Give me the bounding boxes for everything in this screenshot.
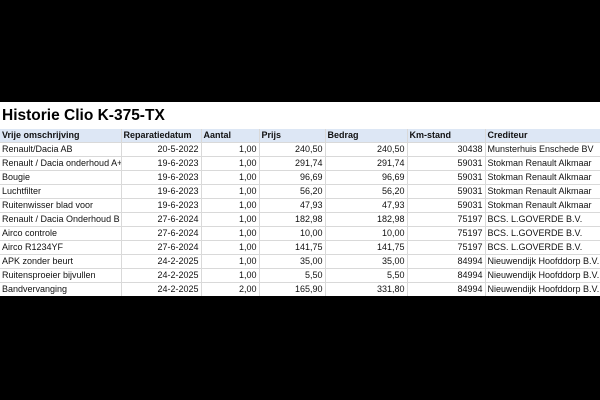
cell-km-stand[interactable]: 75197 [407,212,486,227]
table-row: Airco R1234YF 27-6-2024 1,00 141,75 141,… [0,240,600,255]
table-row: Ruitenwisser blad voor 19-6-2023 1,00 47… [0,198,600,213]
cell-prijs[interactable]: 35,00 [259,254,326,269]
cell-omschrijving[interactable]: Bandvervanging [0,282,122,296]
cell-prijs[interactable]: 182,98 [259,212,326,227]
cell-omschrijving[interactable]: Renault/Dacia AB [0,142,122,157]
cell-bedrag[interactable]: 96,69 [325,170,408,185]
table-row: Renault / Dacia Onderhoud B 27-6-2024 1,… [0,212,600,227]
cell-prijs[interactable]: 141,75 [259,240,326,255]
cell-crediteur[interactable]: Munsterhuis Enschede BV [485,142,600,157]
table-row: Airco controle 27-6-2024 1,00 10,00 10,0… [0,226,600,241]
cell-reparatiedatum[interactable]: 24-2-2025 [121,282,202,296]
cell-crediteur[interactable]: Stokman Renault Alkmaar [485,156,600,171]
cell-aantal[interactable]: 1,00 [201,142,260,157]
cell-aantal[interactable]: 1,00 [201,170,260,185]
cell-crediteur[interactable]: Stokman Renault Alkmaar [485,170,600,185]
table-row: APK zonder beurt 24-2-2025 1,00 35,00 35… [0,254,600,269]
cell-km-stand[interactable]: 75197 [407,240,486,255]
cell-omschrijving[interactable]: Ruitensproeier bijvullen [0,268,122,283]
cell-aantal[interactable]: 2,00 [201,282,260,296]
cell-prijs[interactable]: 96,69 [259,170,326,185]
table-row: Ruitensproeier bijvullen 24-2-2025 1,00 … [0,268,600,283]
cell-aantal[interactable]: 1,00 [201,212,260,227]
cell-km-stand[interactable]: 59031 [407,184,486,199]
cell-aantal[interactable]: 1,00 [201,198,260,213]
header-row: Vrije omschrijving Reparatiedatum Aantal… [0,129,600,143]
cell-reparatiedatum[interactable]: 19-6-2023 [121,156,202,171]
cell-km-stand[interactable]: 75197 [407,226,486,241]
cell-aantal[interactable]: 1,00 [201,240,260,255]
cell-reparatiedatum[interactable]: 24-2-2025 [121,268,202,283]
cell-reparatiedatum[interactable]: 20-5-2022 [121,142,202,157]
cell-km-stand[interactable]: 59031 [407,156,486,171]
header-cell-aantal[interactable]: Aantal [201,129,260,143]
cell-prijs[interactable]: 47,93 [259,198,326,213]
cell-prijs[interactable]: 56,20 [259,184,326,199]
cell-bedrag[interactable]: 56,20 [325,184,408,199]
cell-aantal[interactable]: 1,00 [201,184,260,199]
cell-crediteur[interactable]: Nieuwendijk Hoofddorp B.V. [485,268,600,283]
cell-reparatiedatum[interactable]: 27-6-2024 [121,226,202,241]
table-row: Luchtfilter 19-6-2023 1,00 56,20 56,20 5… [0,184,600,199]
cell-bedrag[interactable]: 141,75 [325,240,408,255]
cell-omschrijving[interactable]: Luchtfilter [0,184,122,199]
cell-km-stand[interactable]: 59031 [407,198,486,213]
cell-crediteur[interactable]: BCS. L.GOVERDE B.V. [485,212,600,227]
cell-aantal[interactable]: 1,00 [201,156,260,171]
cell-crediteur[interactable]: BCS. L.GOVERDE B.V. [485,240,600,255]
cell-km-stand[interactable]: 30438 [407,142,486,157]
cell-bedrag[interactable]: 10,00 [325,226,408,241]
cell-bedrag[interactable]: 35,00 [325,254,408,269]
table-row: Renault/Dacia AB 20-5-2022 1,00 240,50 2… [0,142,600,157]
cell-prijs[interactable]: 10,00 [259,226,326,241]
cell-omschrijving[interactable]: Renault / Dacia Onderhoud B [0,212,122,227]
sheet-title: Historie Clio K-375-TX [2,107,165,124]
cell-omschrijving[interactable]: Bougie [0,170,122,185]
cell-bedrag[interactable]: 47,93 [325,198,408,213]
header-cell-bedrag[interactable]: Bedrag [325,129,408,143]
cell-bedrag[interactable]: 5,50 [325,268,408,283]
cell-reparatiedatum[interactable]: 27-6-2024 [121,240,202,255]
cell-reparatiedatum[interactable]: 27-6-2024 [121,212,202,227]
table-row: Bougie 19-6-2023 1,00 96,69 96,69 59031 … [0,170,600,185]
cell-bedrag[interactable]: 331,80 [325,282,408,296]
spreadsheet-area: Historie Clio K-375-TX Vrije omschrijvin… [0,102,600,296]
cell-omschrijving[interactable]: Ruitenwisser blad voor [0,198,122,213]
header-cell-prijs[interactable]: Prijs [259,129,326,143]
cell-prijs[interactable]: 165,90 [259,282,326,296]
history-table: Vrije omschrijving Reparatiedatum Aantal… [0,129,600,296]
header-cell-km-stand[interactable]: Km-stand [407,129,486,143]
cell-aantal[interactable]: 1,00 [201,254,260,269]
cell-bedrag[interactable]: 182,98 [325,212,408,227]
cell-reparatiedatum[interactable]: 19-6-2023 [121,198,202,213]
cell-crediteur[interactable]: BCS. L.GOVERDE B.V. [485,226,600,241]
cell-prijs[interactable]: 5,50 [259,268,326,283]
cell-aantal[interactable]: 1,00 [201,226,260,241]
cell-km-stand[interactable]: 84994 [407,282,486,296]
header-cell-crediteur[interactable]: Crediteur [485,129,600,143]
header-cell-omschrijving[interactable]: Vrije omschrijving [0,129,122,143]
header-cell-reparatiedatum[interactable]: Reparatiedatum [121,129,202,143]
table-row: Bandvervanging 24-2-2025 2,00 165,90 331… [0,282,600,296]
cell-reparatiedatum[interactable]: 19-6-2023 [121,184,202,199]
cell-km-stand[interactable]: 59031 [407,170,486,185]
cell-reparatiedatum[interactable]: 19-6-2023 [121,170,202,185]
cell-crediteur[interactable]: Stokman Renault Alkmaar [485,184,600,199]
cell-bedrag[interactable]: 240,50 [325,142,408,157]
cell-prijs[interactable]: 240,50 [259,142,326,157]
table-row: Renault / Dacia onderhoud A+ 19-6-2023 1… [0,156,600,171]
cell-reparatiedatum[interactable]: 24-2-2025 [121,254,202,269]
cell-bedrag[interactable]: 291,74 [325,156,408,171]
cell-omschrijving[interactable]: APK zonder beurt [0,254,122,269]
cell-prijs[interactable]: 291,74 [259,156,326,171]
cell-km-stand[interactable]: 84994 [407,268,486,283]
cell-aantal[interactable]: 1,00 [201,268,260,283]
cell-omschrijving[interactable]: Airco R1234YF [0,240,122,255]
cell-km-stand[interactable]: 84994 [407,254,486,269]
cell-crediteur[interactable]: Nieuwendijk Hoofddorp B.V. [485,282,600,296]
cell-omschrijving[interactable]: Airco controle [0,226,122,241]
cell-crediteur[interactable]: Stokman Renault Alkmaar [485,198,600,213]
cell-omschrijving[interactable]: Renault / Dacia onderhoud A+ [0,156,122,171]
cell-crediteur[interactable]: Nieuwendijk Hoofddorp B.V. [485,254,600,269]
